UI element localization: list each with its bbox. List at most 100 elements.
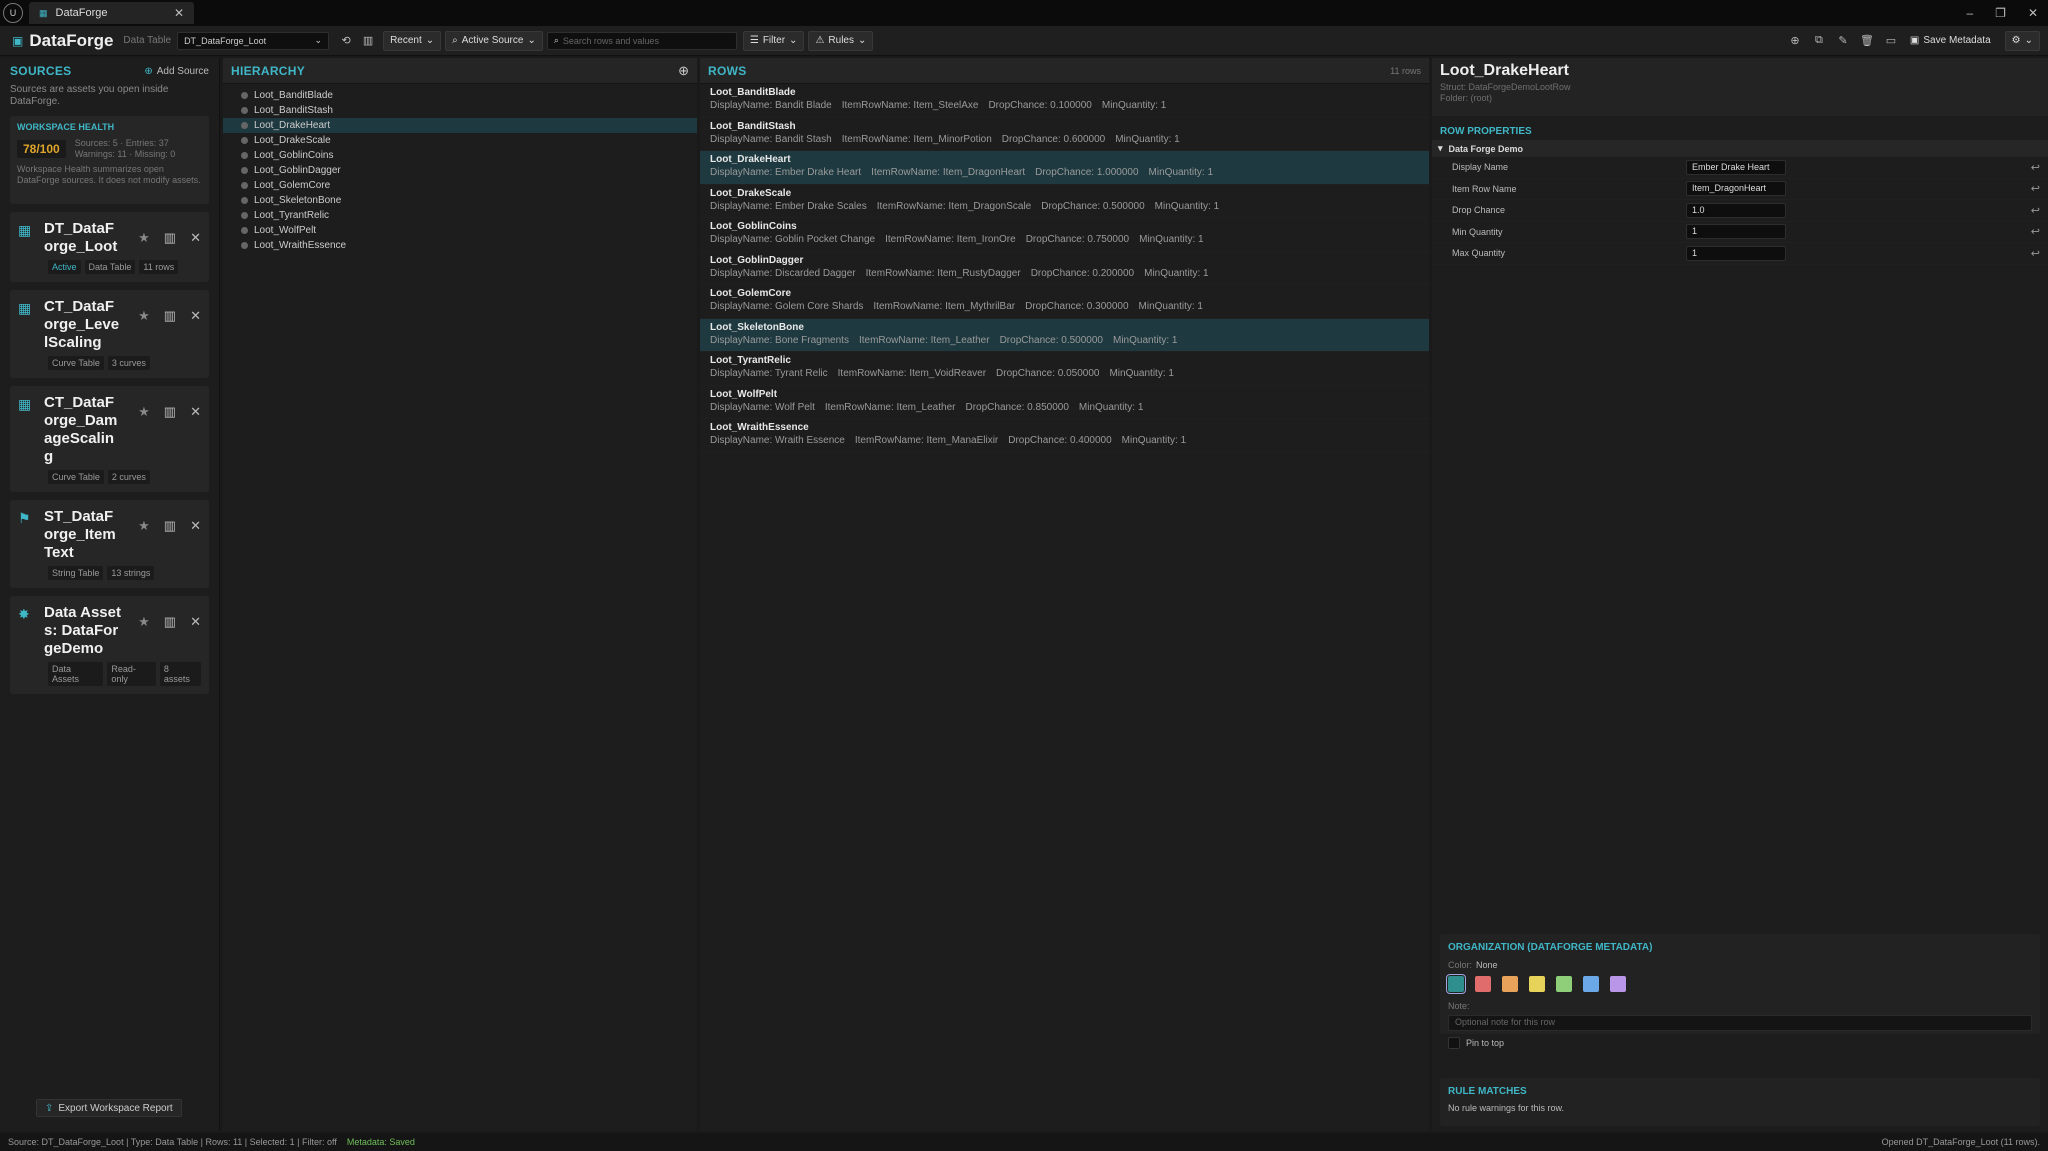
source-name[interactable]: DT_DataForge_Loot <box>44 220 122 256</box>
reset-icon[interactable]: ↩ <box>2031 204 2040 217</box>
close-icon[interactable]: ✕ <box>190 518 201 534</box>
source-name[interactable]: Data Assets: DataForgeDemo <box>44 604 122 658</box>
source-select-value: DT_DataForge_Loot <box>184 35 267 46</box>
browse-icon[interactable]: ▥ <box>164 614 176 630</box>
source-card[interactable]: ✸ Data Assets: DataForgeDemo ★ ▥ ✕ Data Asset… <box>10 596 209 694</box>
color-swatch[interactable] <box>1610 976 1626 992</box>
tree-item[interactable]: Loot_WraithEssence <box>223 238 697 253</box>
pin-label: Pin to top <box>1466 1038 1505 1048</box>
search-input[interactable]: ⌕ Search rows and values <box>546 31 737 50</box>
duplicate-icon[interactable]: ⧉ <box>1808 30 1830 52</box>
category-header[interactable]: ▾ Data Forge Demo <box>1432 140 2048 157</box>
property-value-field[interactable]: 1 <box>1686 224 1786 240</box>
source-name[interactable]: CT_DataForge_DamageScaling <box>44 394 122 466</box>
close-icon[interactable]: ✕ <box>190 614 201 630</box>
source-name[interactable]: ST_DataForge_ItemText <box>44 508 122 562</box>
property-value-field[interactable]: 1.0 <box>1686 202 1786 218</box>
close-window-button[interactable]: ✕ <box>2028 6 2038 20</box>
property-value-field[interactable]: Item_DragonHeart <box>1686 181 1786 197</box>
row-values: DisplayName: Bandit Blade ItemRowName: It… <box>710 100 1419 111</box>
color-swatch[interactable] <box>1583 976 1599 992</box>
row-dot-icon <box>241 152 248 159</box>
source-name[interactable]: CT_DataForge_LevelScaling <box>44 298 122 352</box>
table-row[interactable]: Loot_BanditStash DisplayName: Bandit Stas… <box>700 118 1429 151</box>
tree-item[interactable]: Loot_GolemCore <box>223 178 697 193</box>
color-swatch[interactable] <box>1529 976 1545 992</box>
star-icon[interactable]: ★ <box>138 518 150 534</box>
edit-icon[interactable]: ✎ <box>1832 30 1854 52</box>
table-row[interactable]: Loot_SkeletonBone DisplayName: Bone Fragm… <box>700 318 1429 352</box>
tree-item[interactable]: Loot_DrakeScale <box>223 133 697 148</box>
details-struct: Struct: DataForgeDemoLootRow <box>1440 82 1571 92</box>
source-actions: ★ ▥ ✕ <box>138 308 201 324</box>
source-card[interactable]: ⚑ ST_DataForge_ItemText ★ ▥ ✕ String Table 13 … <box>10 500 209 588</box>
browse-icon[interactable]: ▥ <box>164 230 176 246</box>
table-row[interactable]: Loot_GolemCore DisplayName: Golem Core Sh… <box>700 285 1429 319</box>
recent-button[interactable]: Recent ⌄ <box>383 30 442 51</box>
browse-icon[interactable]: ▥ <box>164 308 176 324</box>
table-row[interactable]: Loot_WraithEssence DisplayName: Wraith Es… <box>700 419 1429 453</box>
reset-icon[interactable]: ↩ <box>2031 247 2040 260</box>
close-icon[interactable]: ✕ <box>190 230 201 246</box>
save-metadata-button[interactable]: ▣ Save Metadata <box>1904 31 1997 51</box>
add-source-button[interactable]: ⊕ Add Source <box>144 66 209 77</box>
tree-item[interactable]: Loot_TyrantRelic <box>223 208 697 223</box>
source-card[interactable]: ▦ CT_DataForge_LevelScaling ★ ▥ ✕ Curve Table… <box>10 290 209 378</box>
table-row[interactable]: Loot_TyrantRelic DisplayName: Tyrant Reli… <box>700 352 1429 386</box>
source-card[interactable]: ▦ CT_DataForge_DamageScaling ★ ▥ ✕ Curve Tabl… <box>10 386 209 492</box>
table-row[interactable]: Loot_GoblinDagger DisplayName: Discarded … <box>700 252 1429 285</box>
star-icon[interactable]: ★ <box>138 230 150 246</box>
reset-icon[interactable]: ↩ <box>2031 225 2040 238</box>
reset-icon[interactable]: ↩ <box>2031 182 2040 195</box>
table-row[interactable]: Loot_BanditBlade DisplayName: Bandit Blad… <box>700 84 1429 118</box>
tree-item[interactable]: Loot_BanditBlade <box>223 88 697 103</box>
color-swatch[interactable] <box>1475 976 1491 992</box>
property-value-field[interactable]: 1 <box>1686 245 1786 261</box>
export-report-button[interactable]: ⇪ Export Workspace Report <box>36 1099 182 1117</box>
delete-icon[interactable]: 🗑 <box>1856 30 1878 52</box>
back-icon[interactable]: ⟲ <box>335 30 357 52</box>
star-icon[interactable]: ★ <box>138 404 150 420</box>
close-icon[interactable]: ✕ <box>174 6 184 20</box>
source-tag: 2 curves <box>107 470 150 484</box>
close-icon[interactable]: ✕ <box>190 404 201 420</box>
tree-item[interactable]: Loot_BanditStash <box>223 103 697 118</box>
reset-icon[interactable]: ↩ <box>2031 161 2040 174</box>
document-tab[interactable]: ▦ DataForge ✕ <box>29 2 194 24</box>
source-select[interactable]: DT_DataForge_Loot ⌄ <box>177 31 330 50</box>
color-swatch[interactable] <box>1556 976 1572 992</box>
star-icon[interactable]: ★ <box>138 614 150 630</box>
tree-item[interactable]: Loot_WolfPelt <box>223 223 697 238</box>
settings-button[interactable]: ⚙ ⌄ <box>2004 30 2040 51</box>
tree-item[interactable]: Loot_GoblinDagger <box>223 163 697 178</box>
color-swatch[interactable] <box>1502 976 1518 992</box>
filter-button[interactable]: ☰ Filter ⌄ <box>742 30 805 51</box>
table-row[interactable]: Loot_WolfPelt DisplayName: Wolf Pelt ItemR… <box>700 386 1429 419</box>
rules-button[interactable]: ⚠ Rules ⌄ <box>808 30 874 51</box>
active-source-button[interactable]: ⌕ Active Source ⌄ <box>445 30 543 51</box>
minimize-button[interactable]: – <box>1966 6 1973 20</box>
star-icon[interactable]: ★ <box>138 308 150 324</box>
add-folder-icon[interactable]: ⊕ <box>678 63 689 79</box>
pin-checkbox[interactable] <box>1448 1037 1460 1049</box>
property-value-field[interactable]: Ember Drake Heart <box>1686 159 1786 175</box>
source-card[interactable]: ▦ DT_DataForge_Loot ★ ▥ ✕ Active Data Table 11 … <box>10 212 209 282</box>
color-swatch[interactable] <box>1446 974 1466 994</box>
source-card-top: ▦ CT_DataForge_LevelScaling ★ ▥ ✕ <box>18 298 201 352</box>
table-row[interactable]: Loot_DrakeScale DisplayName: Ember Drake … <box>700 185 1429 218</box>
close-icon[interactable]: ✕ <box>190 308 201 324</box>
tree-item[interactable]: Loot_GoblinCoins <box>223 148 697 163</box>
note-input[interactable]: Optional note for this row <box>1448 1015 2032 1031</box>
source-card-top: ▦ DT_DataForge_Loot ★ ▥ ✕ <box>18 220 201 256</box>
browse-icon[interactable]: ▥ <box>357 30 379 52</box>
unreal-logo-icon[interactable]: U <box>3 3 23 23</box>
add-row-icon[interactable]: ⊕ <box>1784 30 1806 52</box>
browse-icon[interactable]: ▥ <box>164 518 176 534</box>
tree-item[interactable]: Loot_DrakeHeart <box>223 118 697 133</box>
browse-icon[interactable]: ▥ <box>164 404 176 420</box>
table-row[interactable]: Loot_GoblinCoins DisplayName: Goblin Pock… <box>700 218 1429 252</box>
folder-icon[interactable]: ▭ <box>1880 30 1902 52</box>
tree-item[interactable]: Loot_SkeletonBone <box>223 193 697 208</box>
table-row[interactable]: Loot_DrakeHeart DisplayName: Ember Drake … <box>700 151 1429 185</box>
restore-button[interactable]: ❐ <box>1995 6 2006 20</box>
